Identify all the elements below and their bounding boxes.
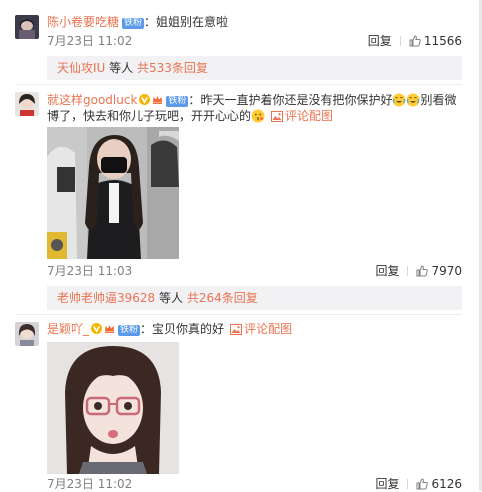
like-count: 7970 [431,264,462,278]
comment-line: 是颖吖_ 铁粉 ：宝贝你真的好 评论配图 [47,321,292,337]
comment-photo[interactable] [47,127,179,259]
thumbs-up-icon [409,35,421,47]
fan-badge[interactable]: 铁粉 [118,325,141,336]
separator: ： [188,93,201,107]
timestamp: 7月23日 11:02 [47,477,133,491]
comment-text: 博了，快去和你儿子玩吧，开开心心的 [47,109,252,123]
divider [15,314,462,315]
reply-button[interactable]: 回复 [375,264,399,278]
avatar[interactable] [15,92,39,116]
subreply-mid: 等人 [105,61,137,75]
avatar[interactable] [15,322,39,346]
fan-badge[interactable]: 铁粉 [166,96,189,107]
crown-icon [105,325,115,333]
thumbs-up-icon [416,478,429,490]
image-icon [271,111,284,122]
comment-picture-label: 评论配图 [285,109,334,123]
like-count: 11566 [423,34,462,48]
comment-line: 陈小卷要吃糖 铁粉 ：姐姐别在意啦 [47,14,228,30]
more-replies-link[interactable]: 共533条回复 [137,61,208,75]
comment-picture-link[interactable]: 评论配图 [271,109,333,123]
comment-line: 博了，快去和你儿子玩吧，开开心心的 评论配图 [47,108,333,124]
subreply-user-link[interactable]: 天仙攻IU [57,61,105,75]
like-button[interactable]: 6126 [416,477,462,491]
comment-picture-label: 评论配图 [244,322,293,336]
comment-actions: 回复 6126 [375,476,462,492]
kiss-emoji-icon [251,109,265,123]
reply-button[interactable]: 回复 [368,34,392,48]
comment-picture-link[interactable]: 评论配图 [230,322,292,336]
separator: ： [140,322,153,336]
divider [399,36,401,46]
username-link[interactable]: 就这样goodluck [47,93,137,107]
yellow-v-icon [139,94,151,105]
fan-badge[interactable]: 铁粉 [122,18,145,29]
divider [407,266,409,276]
divider [15,84,462,85]
comment-text: 昨天一直护着你还是没有把你保护好 [200,93,393,107]
like-button[interactable]: 7970 [416,264,462,278]
reply-button[interactable]: 回复 [375,477,399,491]
like-count: 6126 [431,477,462,491]
image-icon [230,324,243,335]
crying-laughing-emoji-icon [406,93,420,107]
comment-text: 宝贝你真的好 [152,322,225,336]
more-replies-link[interactable]: 共264条回复 [187,291,258,305]
comment-text: 姐姐别在意啦 [156,15,229,29]
subreply-bar[interactable]: 老帅老帅逼39628 等人 共264条回复 [47,286,462,310]
comment-text-end: 别看微 [420,93,457,107]
comment-photo[interactable] [47,342,179,474]
subreply-bar[interactable]: 天仙攻IU 等人 共533条回复 [47,56,462,80]
crown-icon [153,96,163,104]
timestamp: 7月23日 11:03 [47,264,133,278]
timestamp: 7月23日 11:02 [47,34,133,48]
subreply-user-link[interactable]: 老帅老帅逼39628 [57,291,155,305]
crying-laughing-emoji-icon [392,93,406,107]
separator: ： [144,15,157,29]
thumbs-up-icon [416,265,429,277]
yellow-v-icon [91,323,103,334]
avatar[interactable] [15,15,39,39]
username-link[interactable]: 是颖吖_ [47,322,89,336]
divider [407,479,409,489]
username-link[interactable]: 陈小卷要吃糖 [47,15,119,29]
comment-actions: 回复 11566 [368,33,462,49]
comment-line: 就这样goodluck 铁粉 ：昨天一直护着你还是没有把你保护好 别看微 [47,92,456,108]
comment-actions: 回复 7970 [375,263,462,279]
subreply-mid: 等人 [155,291,187,305]
like-button[interactable]: 11566 [409,34,462,48]
